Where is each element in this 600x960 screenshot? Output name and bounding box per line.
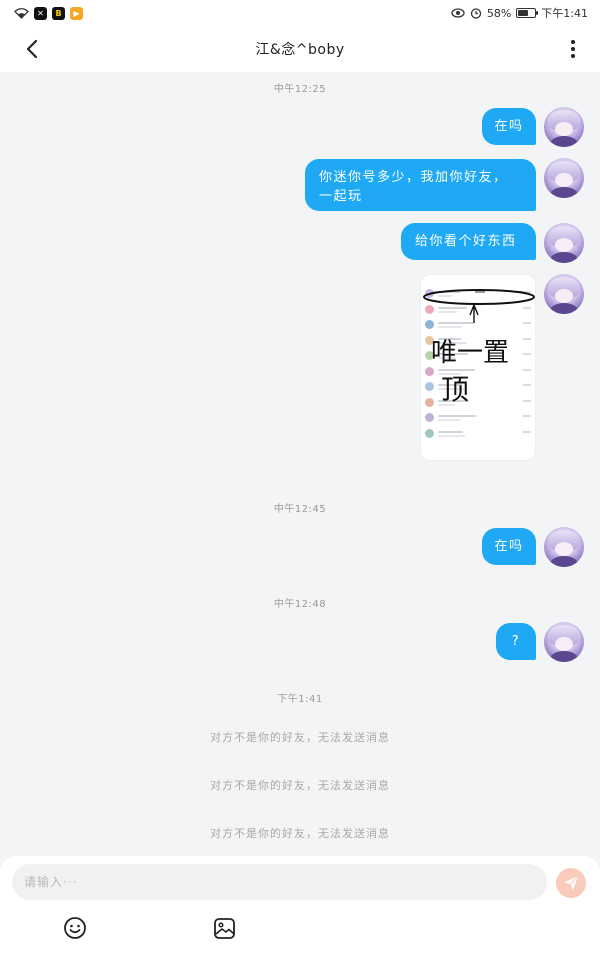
battery-percent: 58% — [486, 6, 512, 20]
system-notice: 对方不是你的好友，无法发送消息 — [210, 779, 390, 792]
capcut-app-icon: ✕ — [34, 6, 47, 20]
avatar[interactable] — [544, 527, 584, 567]
back-button[interactable] — [22, 38, 44, 60]
message-bubble[interactable]: ? — [496, 623, 536, 660]
status-bar: ✕ B ▶ 58% 下午1:41 — [0, 0, 600, 26]
chat-header: 江&念^boby — [0, 26, 600, 72]
timestamp: 中午12:25 — [273, 84, 327, 95]
baidu-app-icon: B — [52, 6, 65, 20]
message-list[interactable]: 中午12:25 在吗 你迷你号多少，我加你好友， 一起玩 给你看个好东西 唯一置… — [0, 72, 600, 856]
status-right: 58% 下午1:41 — [451, 5, 588, 21]
annotation-text: 顶 — [441, 373, 469, 406]
more-options-button[interactable] — [562, 38, 584, 60]
message-bubble[interactable]: 你迷你号多少，我加你好友， 一起玩 — [305, 159, 536, 211]
eye-comfort-icon — [451, 8, 465, 18]
timestamp: 下午1:41 — [277, 694, 323, 705]
avatar[interactable] — [544, 107, 584, 147]
input-bar — [0, 856, 600, 960]
video-app-icon: ▶ — [70, 6, 83, 20]
timestamp: 中午12:48 — [273, 599, 327, 610]
image-icon — [214, 918, 235, 939]
more-vertical-icon — [571, 40, 575, 58]
image-message[interactable]: 唯一置 顶 — [420, 274, 536, 461]
handwritten-annotation: 唯一置 顶 — [423, 289, 535, 406]
battery-level — [518, 10, 528, 16]
system-notice: 对方不是你的好友，无法发送消息 — [210, 827, 390, 840]
alarm-icon — [470, 7, 482, 19]
status-left: ✕ B ▶ — [14, 6, 83, 20]
message-line: 一起玩 — [319, 189, 363, 204]
chevron-left-icon — [26, 39, 38, 59]
image-button[interactable] — [213, 917, 236, 940]
message-bubble[interactable]: 给你看个好东西 — [401, 223, 536, 260]
send-icon — [564, 875, 579, 890]
system-notice: 对方不是你的好友，无法发送消息 — [210, 731, 390, 744]
timestamp: 中午12:45 — [273, 504, 327, 515]
message-input[interactable] — [12, 864, 547, 900]
message-bubble[interactable]: 在吗 — [482, 108, 536, 145]
chat-title: 江&念^boby — [255, 42, 345, 58]
avatar[interactable] — [544, 622, 584, 662]
emoji-button[interactable] — [63, 916, 87, 940]
wifi-icon — [14, 7, 29, 19]
battery-icon — [516, 8, 539, 18]
send-button[interactable] — [556, 868, 586, 898]
message-line: 你迷你号多少，我加你好友， — [319, 170, 508, 185]
emoji-icon — [64, 917, 86, 939]
avatar[interactable] — [544, 274, 584, 314]
message-bubble[interactable]: 在吗 — [482, 528, 536, 565]
status-time: 下午1:41 — [541, 7, 588, 20]
annotation-text: 唯一置 — [431, 338, 509, 368]
avatar[interactable] — [544, 158, 584, 198]
avatar[interactable] — [544, 223, 584, 263]
